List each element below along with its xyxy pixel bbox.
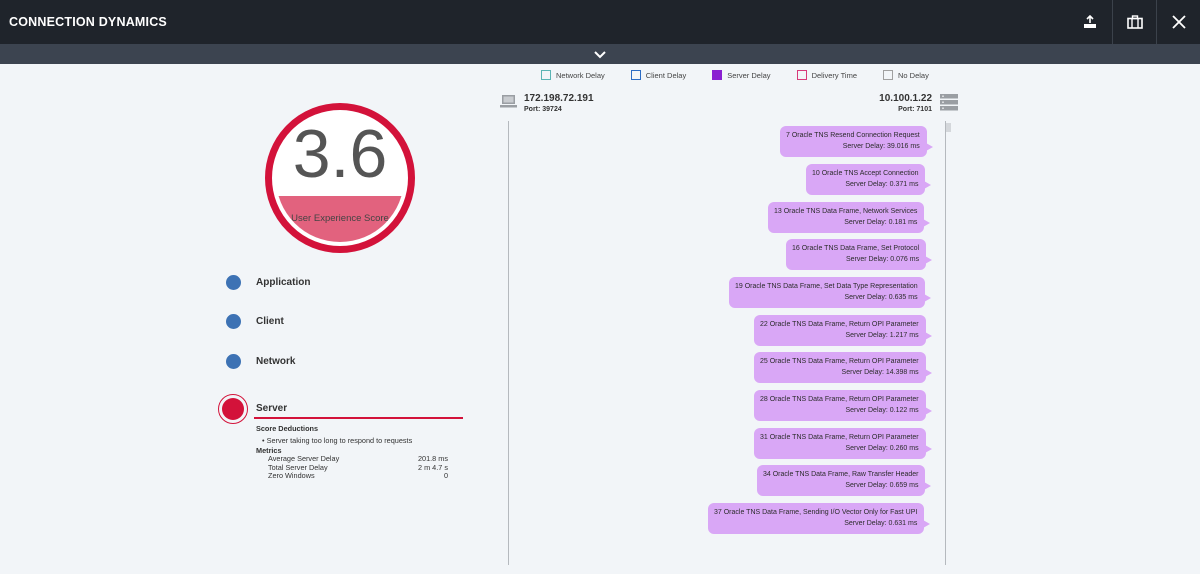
legend-item: Delivery Time	[796, 70, 857, 80]
chevron-down-icon	[594, 50, 606, 58]
legend-item: No Delay	[883, 70, 929, 80]
message-delay: Server Delay: 0.659 ms	[845, 482, 919, 489]
message-title: 10 Oracle TNS Accept Connection	[812, 170, 919, 177]
delay-legend: Network Delay Client Delay Server Delay …	[541, 70, 955, 80]
server-rack-icon	[940, 94, 958, 111]
timeline-scrollbar[interactable]	[946, 123, 951, 132]
message-bubble[interactable]: 13 Oracle TNS Data Frame, Network Servic…	[768, 202, 931, 233]
message-delay: Server Delay: 0.076 ms	[845, 256, 920, 263]
status-dot	[226, 354, 241, 369]
close-icon	[1171, 15, 1186, 29]
legend-label: Client Delay	[645, 70, 687, 80]
message-title: 13 Oracle TNS Data Frame, Network Servic…	[774, 208, 918, 215]
score-value: 3.6	[292, 116, 388, 192]
message-bubble[interactable]: 34 Oracle TNS Data Frame, Raw Transfer H…	[757, 465, 932, 496]
category-application[interactable]: Application	[226, 275, 310, 290]
message-delay: Server Delay: 0.631 ms	[844, 520, 918, 527]
server-details: Score Deductions • Server taking too lon…	[256, 423, 448, 481]
message-bubble[interactable]: 28 Oracle TNS Data Frame, Return OPI Par…	[754, 390, 932, 421]
category-server-indicator[interactable]	[218, 394, 248, 424]
message-delay: Server Delay: 0.260 ms	[845, 445, 919, 452]
message-title: 34 Oracle TNS Data Frame, Raw Transfer H…	[763, 471, 919, 478]
message-bubble[interactable]: 22 Oracle TNS Data Frame, Return OPI Par…	[754, 315, 932, 346]
message-delay: Server Delay: 0.122 ms	[845, 407, 919, 414]
status-dot	[226, 275, 241, 290]
message-delay: Server Delay: 39.016 ms	[842, 143, 920, 150]
client-computer-icon	[500, 95, 517, 108]
message-title: 31 Oracle TNS Data Frame, Return OPI Par…	[760, 434, 919, 441]
score-deductions-title: Score Deductions	[256, 424, 319, 433]
message-title: 37 Oracle TNS Data Frame, Sending I/O Ve…	[714, 509, 918, 516]
legend-label: Server Delay	[727, 70, 771, 80]
message-title: 16 Oracle TNS Data Frame, Set Protocol	[792, 245, 920, 252]
message-delay: Server Delay: 0.181 ms	[844, 219, 918, 226]
legend-item: Client Delay	[630, 70, 687, 80]
category-label: Application	[256, 277, 311, 288]
metric-name: Zero Windows	[268, 471, 315, 480]
legend-swatch	[796, 70, 807, 80]
legend-item: Network Delay	[541, 70, 605, 80]
message-bubble[interactable]: 7 Oracle TNS Resend Connection Request S…	[780, 126, 933, 157]
deduction-text: Server taking too long to respond to req…	[266, 436, 413, 445]
legend-item: Server Delay	[712, 70, 771, 80]
top-bar: CONNECTION DYNAMICS	[0, 0, 1200, 44]
message-title: 28 Oracle TNS Data Frame, Return OPI Par…	[760, 396, 919, 403]
message-delay: Server Delay: 0.371 ms	[845, 181, 919, 188]
deduction-item: • Server taking too long to respond to r…	[262, 436, 413, 445]
close-button[interactable]	[1156, 0, 1200, 44]
legend-swatch	[712, 70, 723, 80]
briefcase-button[interactable]	[1112, 0, 1156, 44]
message-title: 22 Oracle TNS Data Frame, Return OPI Par…	[760, 321, 919, 328]
client-timeline	[508, 121, 509, 565]
score-label: User Experience Score	[291, 213, 389, 224]
message-bubble[interactable]: 25 Oracle TNS Data Frame, Return OPI Par…	[754, 352, 932, 383]
message-bubble[interactable]: 16 Oracle TNS Data Frame, Set Protocol S…	[786, 239, 933, 270]
message-bubble[interactable]: 10 Oracle TNS Accept Connection Server D…	[806, 164, 932, 195]
metric-row: Zero Windows 0	[256, 471, 448, 481]
legend-label: Delivery Time	[811, 70, 857, 80]
message-delay: Server Delay: 1.217 ms	[845, 332, 919, 339]
client-host: 172.198.72.191 Port: 39724	[524, 93, 594, 113]
message-delay: Server Delay: 14.398 ms	[841, 369, 919, 376]
message-title: 7 Oracle TNS Resend Connection Request	[786, 132, 920, 139]
message-title: 25 Oracle TNS Data Frame, Return OPI Par…	[760, 358, 919, 365]
client-port: Port: 39724	[524, 106, 562, 113]
page-title: CONNECTION DYNAMICS	[9, 15, 167, 29]
status-dot	[226, 314, 241, 329]
divider	[254, 417, 463, 419]
message-bubble[interactable]: 31 Oracle TNS Data Frame, Return OPI Par…	[754, 428, 932, 459]
client-ip: 172.198.72.191	[524, 93, 594, 104]
export-icon	[1084, 15, 1096, 28]
category-label: Network	[256, 356, 296, 367]
briefcase-icon	[1126, 15, 1143, 29]
message-title: 19 Oracle TNS Data Frame, Set Data Type …	[735, 283, 918, 290]
user-experience-score-gauge: 3.6 User Experience Score	[265, 103, 415, 253]
category-server-label[interactable]: Server	[256, 403, 287, 414]
metric-value: 0	[443, 471, 448, 480]
server-port: Port: 7101	[898, 106, 932, 113]
server-timeline	[945, 121, 946, 565]
collapse-toggle-bar[interactable]	[0, 44, 1200, 64]
status-dot	[222, 398, 244, 420]
legend-label: No Delay	[898, 70, 929, 80]
legend-swatch	[630, 70, 641, 80]
server-host: 10.100.1.22 Port: 7101	[872, 93, 932, 113]
message-bubble[interactable]: 37 Oracle TNS Data Frame, Sending I/O Ve…	[708, 503, 931, 534]
message-delay: Server Delay: 0.635 ms	[844, 294, 918, 301]
category-network[interactable]: Network	[226, 354, 295, 369]
category-client[interactable]: Client	[226, 314, 284, 329]
message-bubble[interactable]: 19 Oracle TNS Data Frame, Set Data Type …	[729, 277, 931, 308]
legend-swatch	[883, 70, 893, 80]
server-ip: 10.100.1.22	[879, 93, 932, 104]
legend-swatch	[541, 70, 551, 80]
export-button[interactable]	[1068, 0, 1112, 44]
category-label: Client	[256, 316, 284, 327]
legend-label: Network Delay	[556, 70, 605, 80]
